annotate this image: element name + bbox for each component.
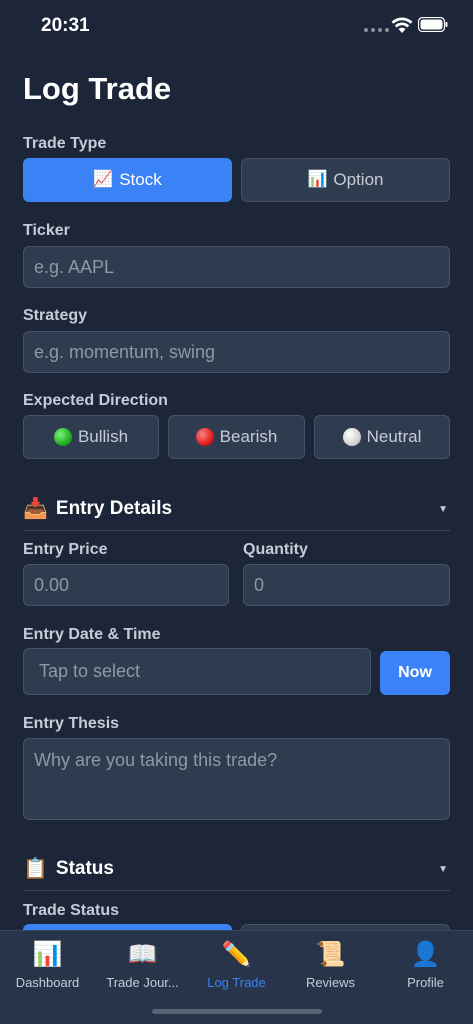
trade-type-option-button[interactable]: 📊 Option bbox=[241, 158, 450, 202]
white-circle-icon bbox=[342, 428, 361, 446]
person-icon: 👤 bbox=[410, 940, 441, 968]
trade-type-stock-button[interactable]: 📈 Stock bbox=[23, 158, 232, 202]
quantity-input[interactable]: 0 bbox=[243, 564, 450, 606]
battery-icon bbox=[418, 17, 448, 32]
tab-trade-journal[interactable]: 📖 Trade Jour... bbox=[95, 939, 190, 991]
tab-profile-label: Profile bbox=[407, 975, 444, 990]
tab-log-trade[interactable]: ✏️ Log Trade bbox=[189, 939, 284, 991]
pencil-icon: ✏️ bbox=[221, 940, 252, 968]
tab-reviews-label: Reviews bbox=[305, 975, 356, 990]
scroll-icon: 📜 bbox=[315, 940, 346, 968]
direction-neutral-label: Neutral bbox=[366, 427, 422, 446]
wifi-icon bbox=[391, 17, 413, 33]
entry-datetime-label: Entry Date & Time bbox=[23, 626, 161, 643]
log-trade-screen: 20:31 Log Trade Trade Type 📈 Stock 📊 Opt… bbox=[0, 0, 473, 1024]
tab-trade-journal-label: Trade Jour... bbox=[106, 975, 179, 990]
entry-price-label: Entry Price bbox=[23, 541, 108, 558]
section-divider bbox=[23, 890, 450, 891]
direction-neutral-button[interactable]: Neutral bbox=[314, 415, 450, 459]
clipboard-icon: 📋 bbox=[23, 858, 48, 880]
green-circle-icon bbox=[53, 428, 72, 446]
inbox-tray-icon: 📥 bbox=[23, 498, 48, 520]
form-scroll-area[interactable]: Log Trade Trade Type 📈 Stock 📊 Option Ti… bbox=[0, 54, 473, 930]
chart-up-icon: 📈 bbox=[93, 171, 114, 188]
bar-chart-icon: 📊 bbox=[32, 940, 63, 968]
trade-status-label: Trade Status bbox=[23, 902, 120, 919]
status-title: Status bbox=[55, 858, 114, 879]
ticker-placeholder: e.g. AAPL bbox=[34, 256, 115, 277]
direction-bullish-button[interactable]: Bullish bbox=[23, 415, 159, 459]
entry-thesis-label: Entry Thesis bbox=[23, 715, 120, 732]
expected-direction-label: Expected Direction bbox=[23, 392, 168, 409]
direction-bearish-button[interactable]: Bearish bbox=[168, 415, 305, 459]
entry-price-placeholder: 0.00 bbox=[34, 574, 70, 595]
strategy-placeholder: e.g. momentum, swing bbox=[34, 341, 216, 362]
direction-bullish-label: Bullish bbox=[77, 427, 129, 446]
strategy-input[interactable]: e.g. momentum, swing bbox=[23, 331, 450, 373]
trade-type-stock-label: Stock bbox=[119, 170, 162, 189]
trade-type-label: Trade Type bbox=[23, 135, 107, 152]
tab-dashboard-label: Dashboard bbox=[15, 975, 80, 990]
entry-details-section-header[interactable]: 📥 Entry Details ▼ bbox=[23, 489, 450, 529]
now-button[interactable]: Now bbox=[380, 651, 450, 695]
entry-datetime-picker[interactable]: Tap to select bbox=[23, 648, 371, 695]
status-section-header[interactable]: 📋 Status ▼ bbox=[23, 849, 450, 889]
chevron-down-icon: ▼ bbox=[438, 863, 448, 875]
bar-chart-icon: 📊 bbox=[307, 171, 328, 188]
direction-bearish-label: Bearish bbox=[219, 427, 278, 446]
entry-details-title: Entry Details bbox=[55, 498, 173, 519]
ticker-input[interactable]: e.g. AAPL bbox=[23, 246, 450, 288]
entry-thesis-textarea[interactable]: Why are you taking this trade? bbox=[23, 738, 450, 820]
quantity-placeholder: 0 bbox=[254, 574, 265, 595]
red-circle-icon bbox=[195, 428, 214, 446]
chevron-down-icon: ▼ bbox=[438, 503, 448, 515]
status-time: 20:31 bbox=[41, 15, 90, 36]
section-divider bbox=[23, 530, 450, 531]
tab-dashboard[interactable]: 📊 Dashboard bbox=[0, 939, 95, 991]
status-bar: 20:31 bbox=[0, 0, 473, 54]
entry-thesis-placeholder: Why are you taking this trade? bbox=[34, 750, 278, 770]
tab-log-trade-label: Log Trade bbox=[207, 975, 266, 990]
strategy-label: Strategy bbox=[23, 307, 88, 324]
quantity-label: Quantity bbox=[243, 541, 308, 558]
ticker-label: Ticker bbox=[23, 222, 70, 239]
cellular-signal-icon bbox=[364, 28, 389, 32]
entry-datetime-placeholder: Tap to select bbox=[39, 661, 141, 681]
home-indicator bbox=[152, 1009, 322, 1014]
entry-price-input[interactable]: 0.00 bbox=[23, 564, 229, 606]
tab-profile[interactable]: 👤 Profile bbox=[378, 939, 473, 991]
trade-type-option-label: Option bbox=[333, 170, 384, 189]
open-book-icon: 📖 bbox=[127, 940, 158, 968]
tab-reviews[interactable]: 📜 Reviews bbox=[283, 939, 378, 991]
page-title: Log Trade bbox=[23, 71, 172, 106]
